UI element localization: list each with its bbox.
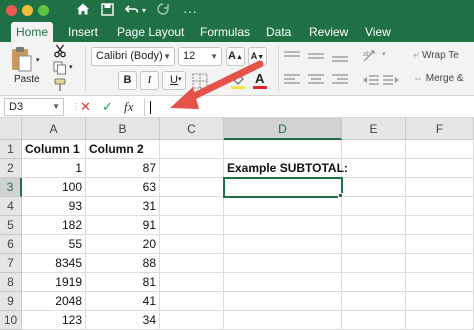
annotation-arrow — [170, 60, 264, 109]
